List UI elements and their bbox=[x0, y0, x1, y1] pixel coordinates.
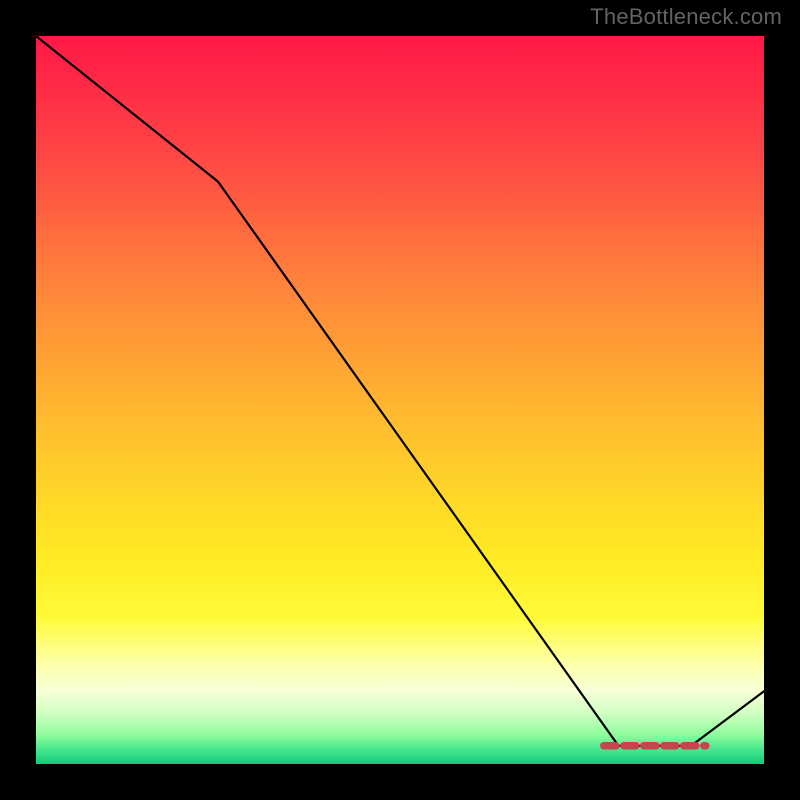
bottleneck-curve-line bbox=[36, 36, 764, 746]
chart-overlay bbox=[36, 36, 764, 764]
plot-area bbox=[36, 36, 764, 764]
watermark-text: TheBottleneck.com bbox=[590, 4, 782, 30]
chart-frame: TheBottleneck.com bbox=[0, 0, 800, 800]
